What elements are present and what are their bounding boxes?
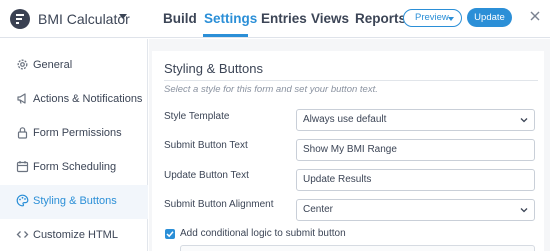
style-template-value: Always use default — [303, 114, 387, 125]
close-icon[interactable] — [528, 9, 542, 23]
active-tab-indicator — [203, 34, 248, 37]
tab-views[interactable]: Views — [311, 11, 349, 26]
divider — [164, 80, 538, 81]
tab-settings[interactable]: Settings — [204, 11, 257, 26]
tab-build[interactable]: Build — [163, 11, 197, 26]
sidebar-item-general[interactable]: General — [0, 49, 148, 83]
sidebar-item-label: Styling & Buttons — [33, 195, 117, 207]
sidebar-item-actions-notifications[interactable]: Actions & Notifications — [0, 83, 148, 117]
code-icon — [16, 231, 29, 238]
conditional-logic-panel — [180, 245, 535, 251]
chevron-down-icon — [520, 208, 528, 213]
submit-button-alignment-value: Center — [303, 204, 334, 215]
section-description: Select a style for this form and set you… — [164, 84, 378, 95]
sidebar-item-label: General — [33, 59, 73, 71]
tab-entries[interactable]: Entries — [261, 11, 307, 26]
update-button-text-label: Update Button Text — [164, 170, 249, 181]
sidebar-item-form-scheduling[interactable]: Form Scheduling — [0, 151, 148, 185]
top-bar: BMI Calculator Build Settings Entries Vi… — [0, 0, 550, 38]
formidable-logo-icon[interactable] — [10, 9, 30, 29]
submit-button-alignment-label: Submit Button Alignment — [164, 199, 274, 210]
style-template-label: Style Template — [164, 111, 230, 122]
section-title: Styling & Buttons — [164, 61, 263, 76]
checkmark-icon — [166, 231, 174, 238]
update-button-text-input[interactable]: Update Results — [296, 169, 535, 191]
chevron-down-icon — [448, 17, 454, 21]
palette-icon — [16, 194, 29, 207]
submit-button-text-value: Show My BMI Range — [303, 144, 397, 155]
conditional-logic-label[interactable]: Add conditional logic to submit button — [180, 228, 346, 239]
megaphone-icon — [17, 93, 26, 104]
gear-icon — [17, 59, 28, 70]
settings-sidebar: General Actions & Notifications Form Per… — [0, 39, 148, 251]
submit-button-text-label: Submit Button Text — [164, 140, 248, 151]
form-title[interactable]: BMI Calculator — [38, 11, 130, 27]
calendar-icon — [16, 161, 29, 173]
update-button-text-value: Update Results — [303, 174, 372, 185]
sidebar-item-label: Form Scheduling — [33, 161, 117, 173]
preview-label: Preview — [415, 12, 449, 23]
style-template-select[interactable]: Always use default — [296, 109, 535, 131]
chevron-down-icon[interactable] — [119, 14, 127, 19]
sidebar-item-label: Actions & Notifications — [33, 93, 143, 105]
update-button[interactable]: Update — [467, 8, 512, 27]
sidebar-item-form-permissions[interactable]: Form Permissions — [0, 117, 148, 151]
tab-reports[interactable]: Reports — [355, 11, 406, 26]
sidebar-item-label: Customize HTML — [33, 229, 118, 241]
conditional-logic-checkbox[interactable] — [165, 229, 175, 239]
sidebar-item-customize-html[interactable]: Customize HTML — [0, 219, 148, 251]
sidebar-item-label: Form Permissions — [33, 127, 122, 139]
submit-button-alignment-select[interactable]: Center — [296, 199, 535, 221]
chevron-down-icon — [520, 118, 528, 123]
lock-icon — [17, 127, 28, 139]
submit-button-text-input[interactable]: Show My BMI Range — [296, 139, 535, 161]
preview-button[interactable]: Preview — [403, 9, 462, 27]
sidebar-item-styling-buttons[interactable]: Styling & Buttons — [0, 185, 148, 219]
